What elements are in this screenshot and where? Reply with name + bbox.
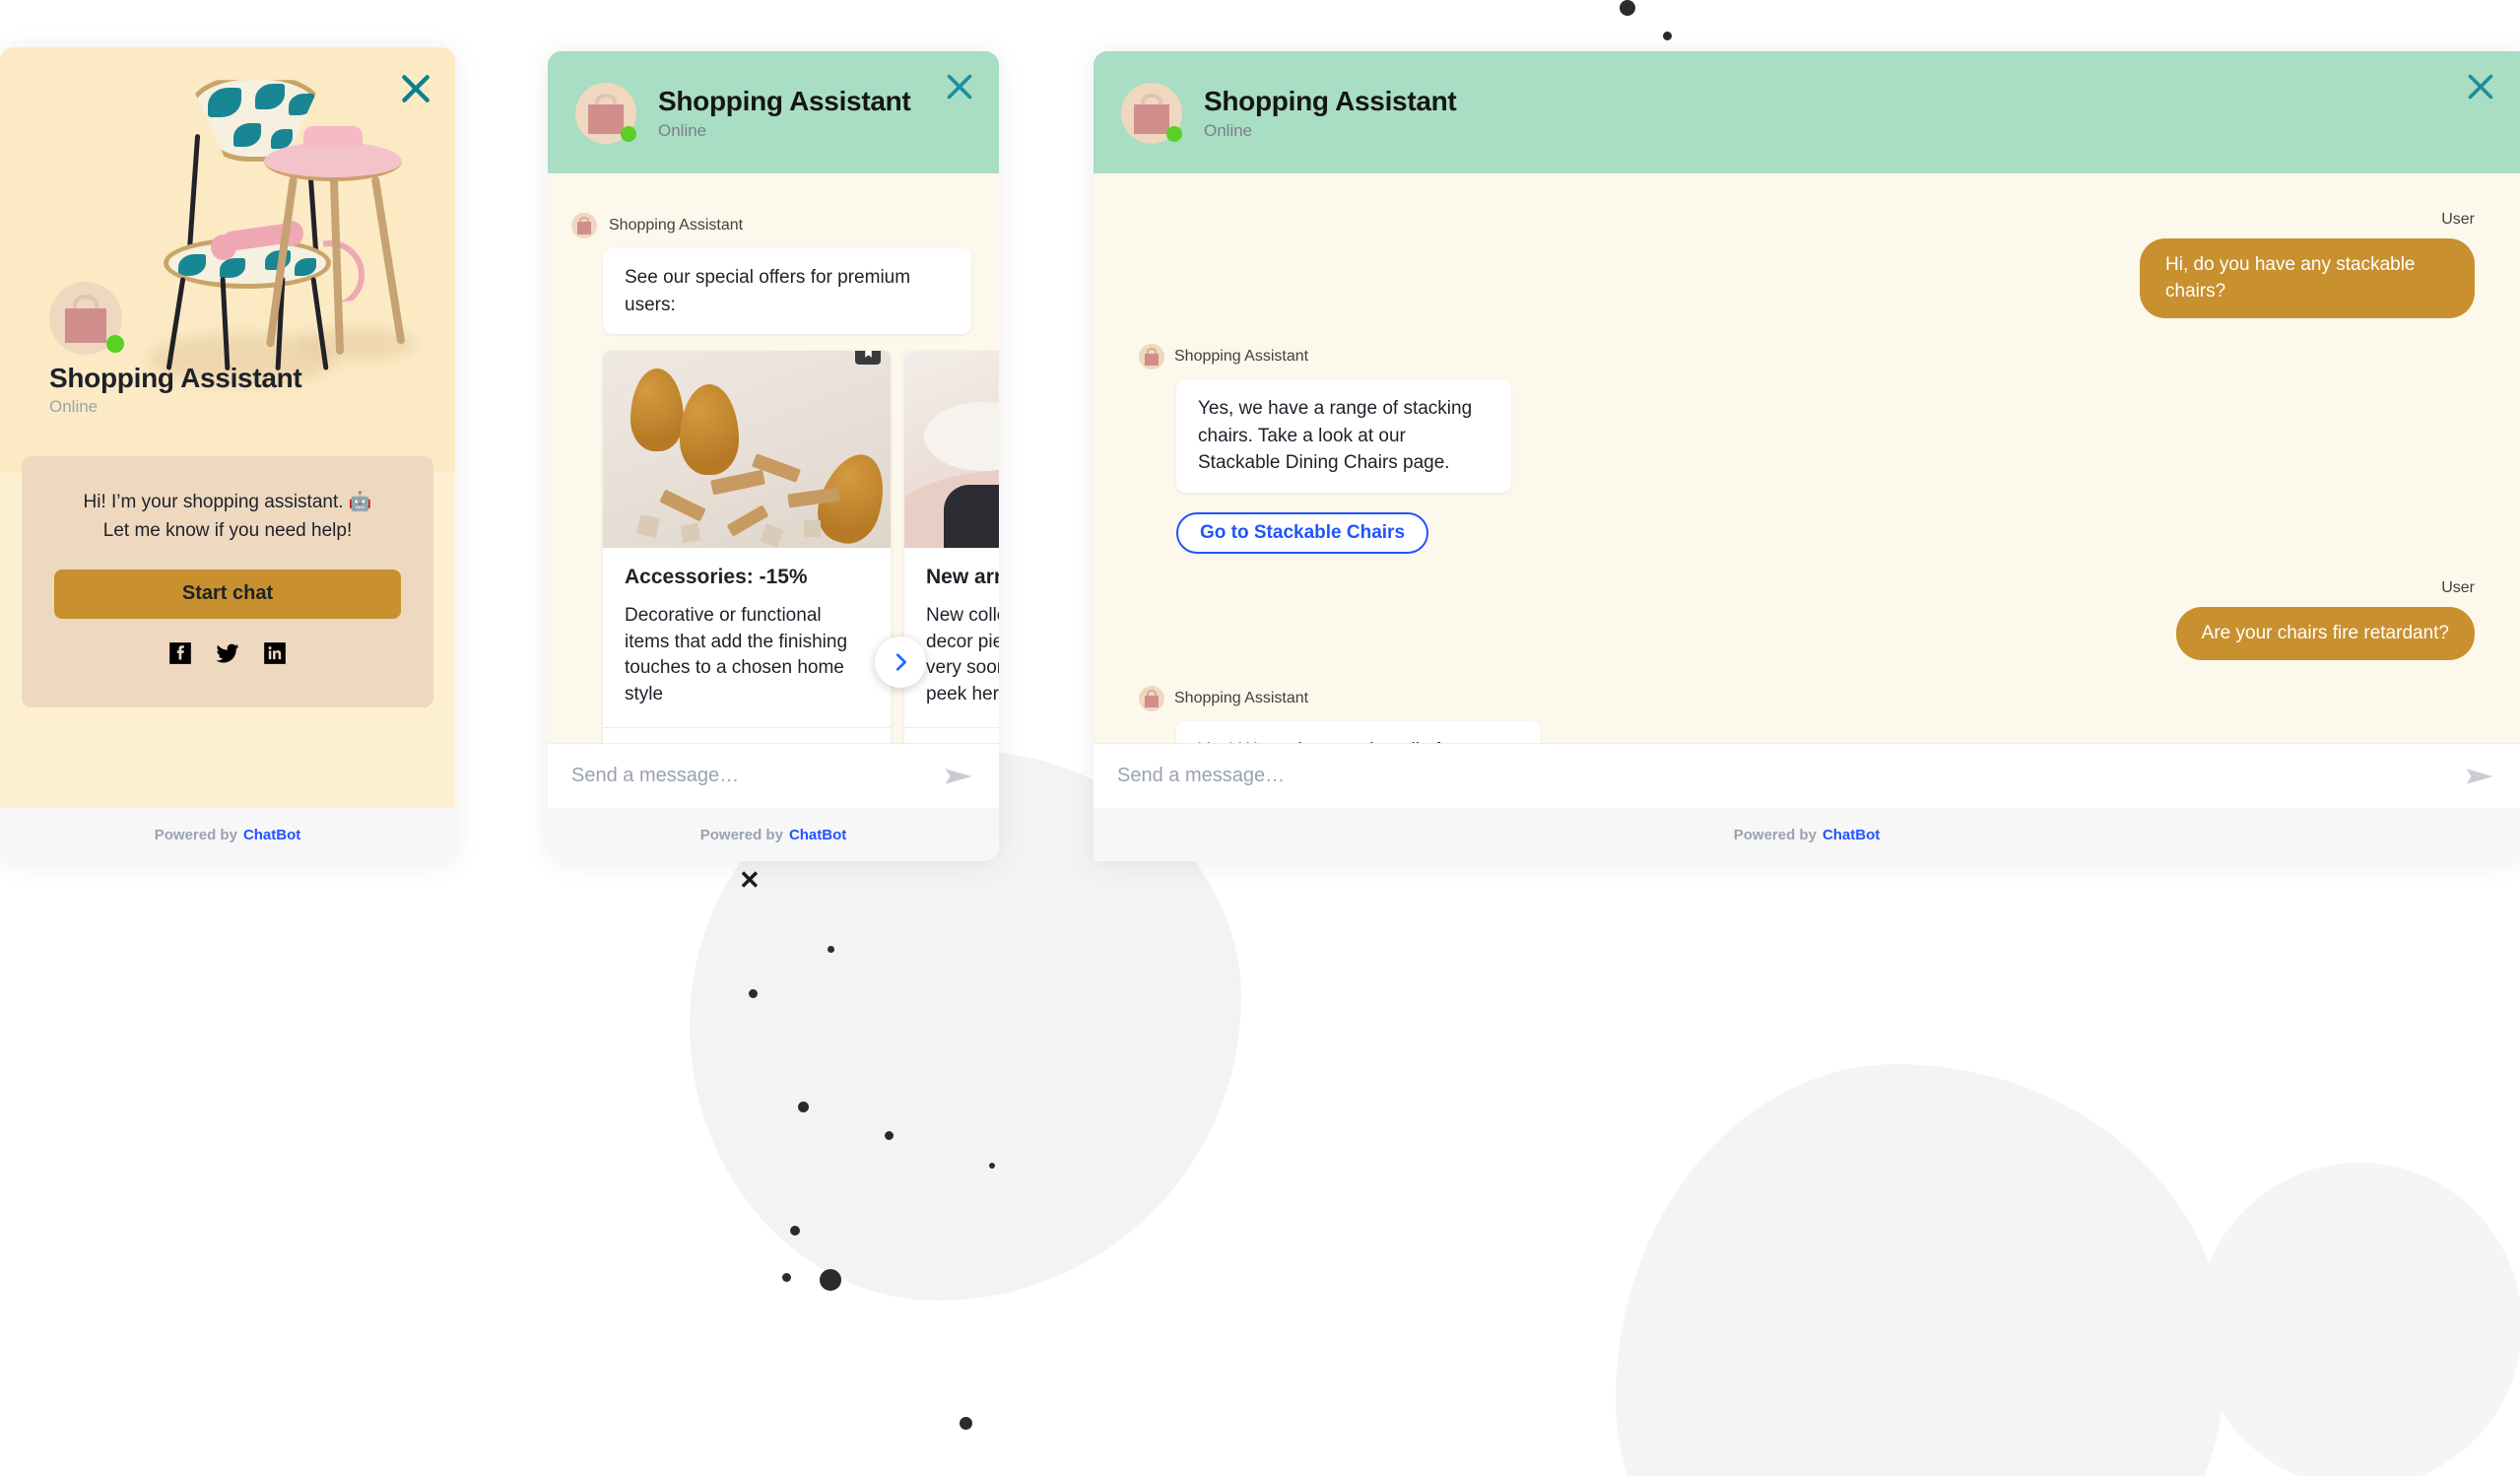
decorative-dot — [782, 1273, 791, 1282]
bot-message-bubble: Yes, we have a range of stacking chairs.… — [1176, 379, 1511, 493]
bookmark-icon — [855, 351, 881, 365]
greeting-line-1: Hi! I’m your shopping assistant. 🤖 — [83, 492, 372, 512]
header-title: Shopping Assistant — [1204, 85, 1457, 116]
conversation-widget: Shopping Assistant Online User Hi, do yo… — [1094, 51, 2520, 861]
decorative-dot — [820, 1269, 841, 1291]
message-meta: Shopping Assistant — [571, 213, 743, 238]
decorative-dot — [828, 946, 834, 953]
close-icon[interactable] — [396, 69, 435, 108]
linkedin-icon[interactable] — [262, 640, 288, 666]
avatar — [1121, 83, 1182, 144]
start-chat-button[interactable]: Start chat — [54, 569, 401, 619]
decorative-dot — [885, 1131, 894, 1140]
user-message-bubble: Hi, do you have any stackable chairs? — [2140, 238, 2475, 319]
footer-prefix: Powered by — [699, 826, 783, 843]
offer-card[interactable]: Accessories: -15% Decorative or function… — [603, 351, 891, 785]
message-row: User Hi, do you have any stackable chair… — [1139, 211, 2475, 319]
send-icon[interactable] — [2463, 760, 2496, 793]
offer-card[interactable]: New arrivals New collection of home deco… — [904, 351, 999, 785]
shopping-bag-icon — [1139, 344, 1164, 370]
message-sender: User — [2441, 211, 2475, 228]
facebook-icon[interactable] — [167, 640, 193, 666]
welcome-card: Hi! I’m your shopping assistant. 🤖 Let m… — [22, 456, 433, 707]
avatar — [49, 282, 124, 355]
header-status: Online — [658, 121, 707, 141]
footer-prefix: Powered by — [1733, 826, 1817, 843]
message-row: User Are your chairs fire retardant? — [1139, 579, 2475, 661]
footer: Powered by ChatBot — [548, 808, 999, 861]
phone-handset — [211, 235, 236, 260]
close-icon[interactable] — [2463, 69, 2498, 104]
decorative-dot — [1663, 32, 1672, 40]
message-composer[interactable] — [1094, 743, 2520, 808]
online-status-dot — [1166, 126, 1182, 142]
message-row: Shopping Assistant Yes, we have a range … — [1139, 344, 2475, 554]
shopping-bag-icon — [1139, 686, 1164, 712]
go-to-stackable-chairs-button[interactable]: Go to Stackable Chairs — [1176, 511, 1429, 554]
shopping-bag-icon — [571, 213, 597, 238]
pink-object — [303, 126, 363, 148]
chat-body: Shopping Assistant See our special offer… — [548, 173, 999, 808]
table-illustration — [264, 126, 406, 356]
bot-message-bubble: See our special offers for premium users… — [603, 248, 971, 335]
footer: Powered by ChatBot — [0, 808, 455, 861]
online-status-dot — [621, 126, 636, 142]
offer-card-description: Decorative or functional items that add … — [625, 605, 848, 704]
status-badge: Online — [49, 397, 99, 416]
message-sender: Shopping Assistant — [1174, 690, 1309, 707]
offer-card-image — [904, 351, 999, 548]
footer: Powered by ChatBot — [1094, 808, 2520, 861]
social-links — [167, 640, 288, 666]
decorative-dot — [749, 989, 758, 998]
chat-header: Shopping Assistant Online — [548, 51, 999, 175]
chat-body: User Hi, do you have any stackable chair… — [1094, 173, 2520, 808]
background-blob — [2197, 1163, 2520, 1476]
offer-card-title: Accessories: -15% — [625, 566, 808, 588]
background-blob — [1616, 1064, 2226, 1476]
footer-brand-link[interactable]: ChatBot — [243, 827, 300, 843]
decorative-dot — [798, 1102, 809, 1112]
message-sender: Shopping Assistant — [1174, 348, 1309, 366]
decorative-dot — [1620, 0, 1635, 16]
header-status: Online — [1204, 121, 1253, 141]
avatar — [575, 83, 636, 144]
offer-card-title: New arrivals — [926, 566, 999, 588]
online-status-dot — [106, 335, 124, 353]
greeting-line-2: Let me know if you need help! — [102, 520, 353, 542]
decorative-dot — [790, 1226, 800, 1236]
header-title: Shopping Assistant — [658, 85, 911, 116]
message-input[interactable] — [571, 765, 942, 787]
offer-card-image — [603, 351, 891, 548]
chevron-right-icon[interactable] — [875, 637, 926, 688]
decorative-dot — [989, 1163, 995, 1169]
screenshot-root: ✕ ✕ — [0, 0, 2520, 1476]
footer-brand-link[interactable]: ChatBot — [1823, 827, 1880, 843]
footer-brand-link[interactable]: ChatBot — [789, 827, 846, 843]
decorative-x-glyph: ✕ — [739, 865, 761, 895]
offers-carousel[interactable]: Accessories: -15% Decorative or function… — [603, 351, 999, 785]
table-top — [264, 142, 402, 181]
message-sender: Shopping Assistant — [609, 217, 744, 234]
message-composer[interactable] — [548, 743, 999, 808]
page-title: Shopping Assistant — [49, 363, 302, 393]
close-icon[interactable] — [942, 69, 977, 104]
chat-header: Shopping Assistant Online — [1094, 51, 2520, 175]
offer-card-description: New collection of home decor pieces will… — [926, 605, 999, 704]
offers-widget: Shopping Assistant Online Shopping Assis… — [548, 51, 999, 861]
user-message-bubble: Are your chairs fire retardant? — [2175, 606, 2475, 661]
decorative-dot — [960, 1417, 972, 1430]
message-sender: User — [2441, 578, 2475, 596]
twitter-icon[interactable] — [215, 640, 240, 666]
welcome-widget: Shopping Assistant Online Hi! I’m your s… — [0, 47, 455, 861]
message-input[interactable] — [1117, 765, 2463, 787]
send-icon[interactable] — [942, 760, 975, 793]
footer-prefix: Powered by — [154, 826, 237, 843]
